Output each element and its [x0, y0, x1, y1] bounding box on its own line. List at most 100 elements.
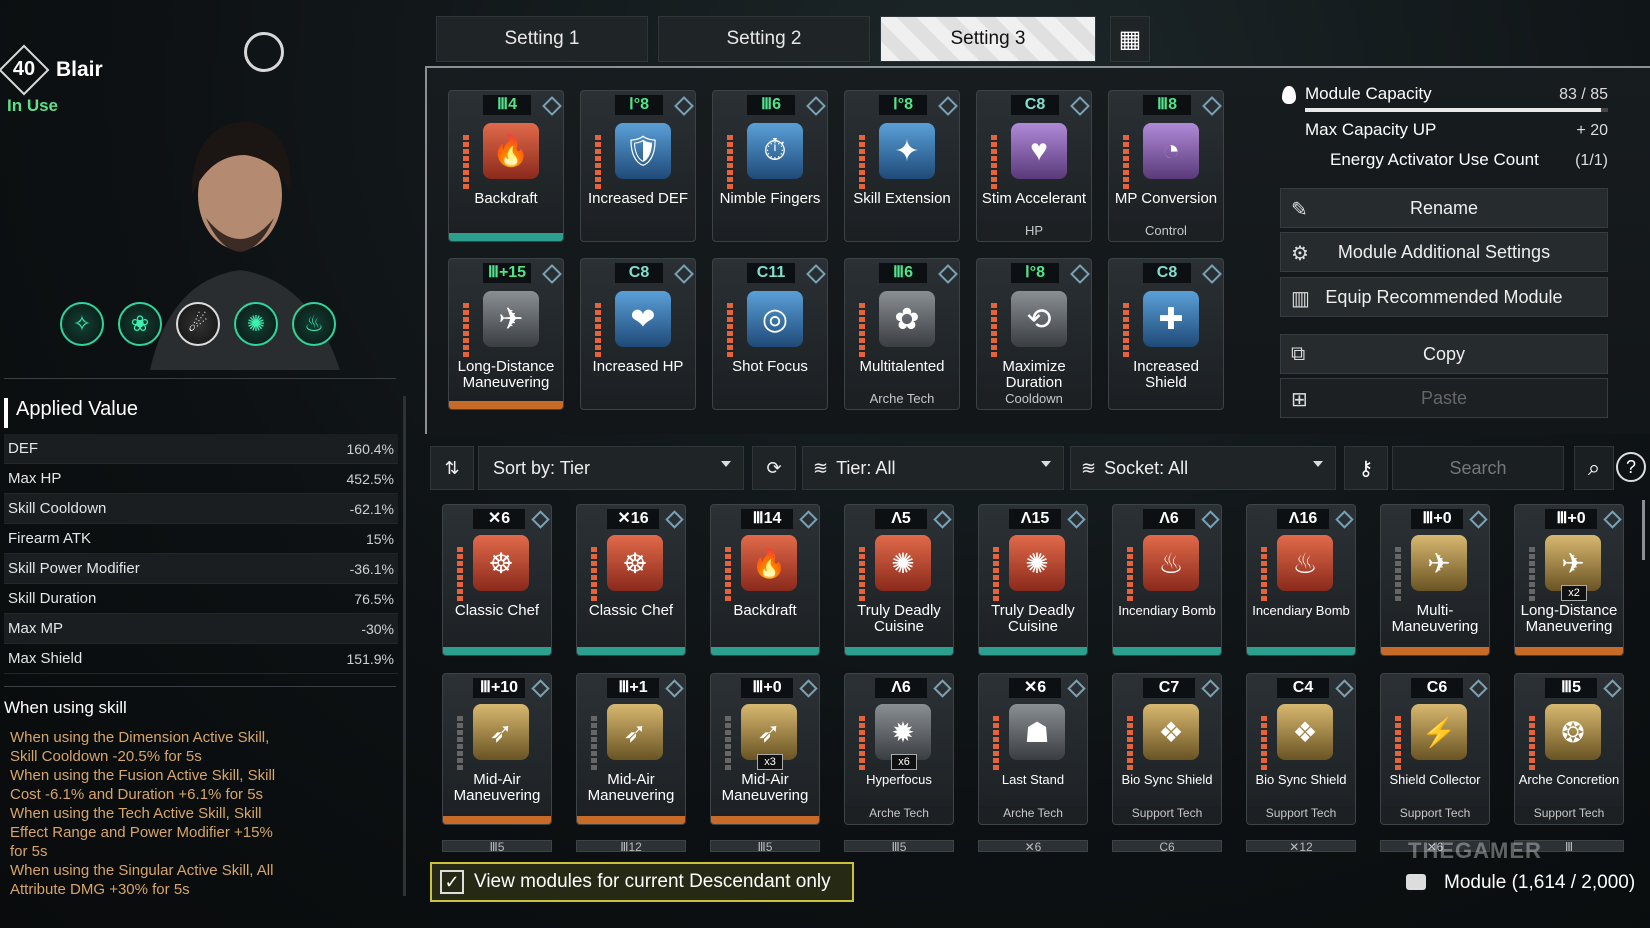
key-filter-icon[interactable]: ⚷ [1344, 446, 1388, 490]
stat-row: Firearm ATK 15% [4, 524, 398, 554]
tier-dropdown[interactable]: ≋ Tier: All [802, 446, 1064, 490]
tab-setting-3[interactable]: Setting 3 [880, 16, 1096, 62]
socket-diamond-icon [1070, 96, 1090, 116]
socket-diamond-icon [1469, 679, 1488, 698]
search-input[interactable]: Search [1392, 446, 1564, 490]
module-name: Arche Concretion [1518, 772, 1620, 787]
equipped-module-card[interactable]: Ⅲ+15 ✈ Long-Distance Maneuvering [448, 258, 564, 410]
tab-setting-2[interactable]: Setting 2 [658, 16, 870, 62]
search-icon[interactable]: ⌕ [1574, 446, 1614, 490]
equipped-module-card[interactable]: Ⅰ°8 ⟲ Maximize Duration Cooldown [976, 258, 1092, 410]
module-card-partial[interactable]: Ⅲ5 [844, 840, 954, 852]
rarity-glow [1515, 647, 1623, 655]
equipped-module-card[interactable]: C8 ✚ Increased Shield [1108, 258, 1224, 410]
module-icon: ➶ [741, 704, 797, 760]
sort-dropdown[interactable]: Sort by: Tier [478, 446, 744, 490]
socket-diamond-icon [1202, 264, 1222, 284]
module-name: Maximize Duration [1002, 358, 1066, 391]
socket-diamond-icon [938, 96, 958, 116]
help-icon[interactable]: ? [1616, 452, 1646, 482]
skill-1-icon[interactable]: ✧ [60, 302, 104, 346]
capacity-bar [1305, 108, 1608, 112]
module-card[interactable]: C6 ⚡ Shield Collector Support Tech [1380, 673, 1490, 825]
module-icon: ♨ [1143, 535, 1199, 591]
module-subtype: Support Tech [1381, 806, 1489, 824]
skill-3-icon[interactable]: ☄ [176, 302, 220, 346]
module-capacity-label: Module Capacity [1305, 84, 1432, 103]
module-additional-settings-button[interactable]: ⚙ Module Additional Settings [1280, 232, 1608, 272]
rename-label: Rename [1409, 197, 1479, 218]
equip-recommended-button[interactable]: ▥ Equip Recommended Module [1280, 277, 1608, 317]
stat-value: 151.9% [346, 650, 394, 667]
module-card[interactable]: Λ6 ♨ Incendiary Bomb [1112, 504, 1222, 656]
equipped-module-card[interactable]: C11 ◎ Shot Focus [712, 258, 828, 410]
module-card[interactable]: Ⅲ+0 ➶ x3 Mid-Air Maneuvering [710, 673, 820, 825]
panel-scrollbar[interactable] [403, 396, 406, 896]
grid-scrollbar[interactable] [1642, 500, 1645, 560]
stat-row: Skill Cooldown -62.1% [4, 494, 398, 524]
equipped-module-card[interactable]: Ⅲ4 🔥 Backdraft [448, 90, 564, 242]
equipped-module-card[interactable]: Ⅰ°8 🛡 Increased DEF [580, 90, 696, 242]
module-card[interactable]: Λ6 ✹ x6 Hyperfocus Arche Tech [844, 673, 954, 825]
module-card[interactable]: C7 ❖ Bio Sync Shield Support Tech [1112, 673, 1222, 825]
equipped-module-card[interactable]: Ⅰ°8 ✦ Skill Extension [844, 90, 960, 242]
skill-2-icon[interactable]: ❀ [118, 302, 162, 346]
equipped-module-card[interactable]: C8 ❤ Increased HP [580, 258, 696, 410]
rename-button[interactable]: ✎ Rename [1280, 188, 1608, 228]
module-name: Incendiary Bomb [1118, 603, 1216, 618]
module-card[interactable]: Ⅲ+1 ➶ Mid-Air Maneuvering [576, 673, 686, 825]
module-level-bars [591, 716, 597, 772]
module-card-partial[interactable]: Ⅲ5 [710, 840, 820, 852]
socket-diamond-icon [1603, 510, 1622, 529]
module-card[interactable]: Ⅲ5 ❂ Arche Concretion Support Tech [1514, 673, 1624, 825]
module-card[interactable]: Ⅲ14 🔥 Backdraft [710, 504, 820, 656]
stat-value: 452.5% [346, 470, 394, 487]
reset-filter-button[interactable]: ⟳ [752, 446, 796, 490]
module-card-partial[interactable]: ✕12 [1246, 840, 1356, 852]
skill-5-icon[interactable]: ♨ [292, 302, 336, 346]
equipped-module-card[interactable]: Ⅲ6 ✿ Multitalented Arche Tech [844, 258, 960, 410]
module-card[interactable]: Ⅲ+10 ➶ Mid-Air Maneuvering [442, 673, 552, 825]
equipped-module-card[interactable]: C8 ♥ Stim Accelerant HP [976, 90, 1092, 242]
module-subtype: Support Tech [1113, 806, 1221, 824]
module-level-bars [457, 547, 463, 603]
skill-4-icon[interactable]: ✺ [234, 302, 278, 346]
stat-value: 15% [365, 530, 394, 547]
view-current-descendant-checkbox[interactable]: ✓ View modules for current Descendant onl… [430, 862, 854, 902]
character-name: Blair [56, 58, 103, 81]
module-card[interactable]: ✕16 ☸ Classic Chef [576, 504, 686, 656]
module-card-partial[interactable]: ✕6 [978, 840, 1088, 852]
socket-dropdown[interactable]: ≋ Socket: All [1070, 446, 1336, 490]
module-card[interactable]: Λ15 ✺ Truly Deadly Cuisine [978, 504, 1088, 656]
module-card[interactable]: Ⅲ+0 ✈ Multi-Maneuvering [1380, 504, 1490, 656]
paste-button[interactable]: ⊞ Paste [1280, 378, 1608, 418]
module-cost: C4 [1277, 678, 1329, 698]
module-card-partial[interactable]: Ⅲ12 [576, 840, 686, 852]
module-card-partial[interactable]: C6 [1112, 840, 1222, 852]
module-card-partial[interactable]: Ⅲ5 [442, 840, 552, 852]
module-level-bars [1127, 547, 1133, 603]
module-cost: Ⅲ+0 [1411, 509, 1463, 529]
equipped-module-card[interactable]: Ⅲ6 ⏱ Nimble Fingers [712, 90, 828, 242]
rarity-glow [443, 816, 551, 824]
module-card[interactable]: ✕6 ☸ Classic Chef [442, 504, 552, 656]
socket-diamond-icon [806, 96, 826, 116]
module-cost: C8 [1011, 95, 1059, 115]
chevron-down-icon [1041, 461, 1051, 467]
module-subtype: Cooldown [977, 391, 1091, 409]
socket-diamond-icon [1067, 510, 1086, 529]
sort-order-button[interactable]: ⇅ [430, 446, 474, 490]
add-setting-icon[interactable]: ▦ [1110, 16, 1150, 62]
layers-icon: ≋ [1081, 457, 1097, 478]
module-card[interactable]: Λ16 ♨ Incendiary Bomb [1246, 504, 1356, 656]
copy-button[interactable]: ⧉ Copy [1280, 334, 1608, 374]
equipped-module-card[interactable]: Ⅲ8 ◔ MP Conversion Control [1108, 90, 1224, 242]
character-select-ring[interactable] [244, 32, 284, 72]
module-card[interactable]: C4 ❖ Bio Sync Shield Support Tech [1246, 673, 1356, 825]
module-card[interactable]: ✕6 ☗ Last Stand Arche Tech [978, 673, 1088, 825]
module-card[interactable]: Λ5 ✺ Truly Deadly Cuisine [844, 504, 954, 656]
module-cost: Ⅲ6 [879, 263, 927, 283]
module-card[interactable]: Ⅲ+0 ✈ x2 Long-Distance Maneuvering [1514, 504, 1624, 656]
tab-setting-1[interactable]: Setting 1 [436, 16, 648, 62]
skill-effect-line: When using the Tech Active Skill, Skill [10, 805, 262, 822]
